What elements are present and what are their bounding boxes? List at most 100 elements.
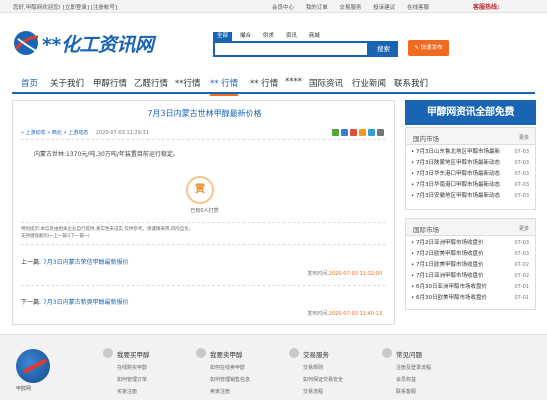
footer-col-title: 常见问题 — [382, 348, 462, 359]
nav-market-3[interactable]: ** 行情 — [250, 77, 278, 89]
logo-text: **化工资讯网 — [42, 34, 154, 56]
share-icons — [330, 129, 384, 138]
breadcrumb-item-1[interactable]: 上游动态 — [26, 130, 46, 136]
quick-publish-button[interactable]: ✎ 快速发布 — [408, 40, 449, 56]
next-label: 下一篇: — [21, 299, 42, 306]
list-item-text: • 7月2日欧美甲醇市场收盘价 — [411, 251, 484, 257]
footer-link[interactable]: 会员权益 — [382, 376, 462, 383]
wechat-share-icon[interactable] — [332, 129, 339, 136]
footer-link[interactable]: 买家注册 — [103, 388, 183, 395]
my-orders-link[interactable]: 我的订单 — [306, 5, 328, 11]
login-link[interactable]: [立即登录] — [63, 5, 89, 11]
welcome-message: 您好,甲醇网欢迎您! — [13, 5, 61, 11]
search-button[interactable]: 搜索 — [369, 41, 398, 57]
notice-line-2: 支持键盘翻页(←上一篇)(下一篇→) — [21, 234, 90, 239]
qzone-share-icon[interactable] — [341, 129, 348, 136]
trade-service-link[interactable]: 交易服务 — [340, 5, 362, 11]
footer-link[interactable]: 如何保证交易安全 — [289, 376, 369, 383]
list-item-text: • 7月3日华东港口甲醇市场最新动态 — [411, 171, 500, 177]
list-item-text: • 7月1日欧美甲醇市场收盘价 — [411, 262, 484, 268]
footer-link[interactable]: 注册及登录流程 — [382, 364, 462, 371]
renren-share-icon[interactable] — [368, 129, 375, 136]
next-time-value: 2020-07-03 11:40:13 — [328, 311, 382, 317]
nav-industry-news[interactable]: 行业新闻 — [352, 77, 386, 89]
nav-market-1[interactable]: **行情 — [175, 77, 201, 89]
search-tab-match[interactable]: 撮合 — [236, 32, 255, 41]
list-item-date: 07-03 — [514, 149, 529, 155]
list-item[interactable]: • 6月30日亚洲甲醇市场收盘价 07-01 — [411, 282, 529, 293]
list-item[interactable]: • 7月3日山东鲁北地区甲醇市场最新 07-03 — [411, 147, 529, 158]
search-tab-news[interactable]: 资讯 — [282, 32, 301, 41]
footer-link[interactable]: 卖家注册 — [196, 388, 276, 395]
footer-col-title: 交易服务 — [289, 348, 369, 359]
breadcrumb-item-3[interactable]: 上游动态 — [68, 130, 88, 136]
prev-time: 发布时间:2020-07-03 11:32:00 — [307, 270, 382, 277]
article-title: 7月3日内蒙古世林甲醇最新价格 — [147, 109, 262, 118]
weibo-share-icon[interactable] — [350, 129, 357, 136]
footer-link[interactable]: 联系客服 — [382, 388, 462, 395]
next-time: 发布时间:2020-07-03 11:40:13 — [307, 310, 382, 317]
search-input[interactable] — [213, 41, 369, 57]
list-item[interactable]: • 7月3日华南港口甲醇市场最新动态 07-03 — [411, 180, 529, 191]
footer-link[interactable]: 交易规则 — [289, 364, 369, 371]
online-service-link[interactable]: 在线客服 — [407, 5, 429, 11]
top-bar: 您好,甲醇网欢迎您! [立即登录] [注册帐号] 会员中心 我的订单 交易服务 … — [0, 0, 547, 13]
site-logo[interactable]: **化工资讯网 — [12, 27, 212, 59]
domestic-more-link[interactable]: 更多 — [519, 134, 529, 141]
nav-about[interactable]: 关于我们 — [50, 77, 84, 89]
list-item-date: 07-03 — [514, 171, 529, 177]
search-tab-supply[interactable]: 供求 — [259, 32, 278, 41]
more-share-icon[interactable] — [377, 129, 384, 136]
article-date: 2020-07-03 11:29:31 — [95, 130, 149, 136]
international-more-link[interactable]: 更多 — [519, 225, 529, 232]
list-item[interactable]: • 7月2日欧美甲醇市场收盘价 07-03 — [411, 249, 529, 260]
list-item-text: • 7月3日华南港口甲醇市场最新动态 — [411, 182, 500, 188]
footer-link[interactable]: 在线购买甲醇 — [103, 364, 183, 371]
list-item[interactable]: • 7月1日欧美甲醇市场收盘价 07-02 — [411, 260, 529, 271]
breadcrumb-item-2[interactable]: 西北 — [52, 130, 62, 136]
nav-acetaldehyde[interactable]: 乙醛行情 — [134, 77, 168, 89]
nav-methanol[interactable]: 甲醇行情 — [93, 77, 127, 89]
domestic-title: 国内市场 — [413, 135, 439, 143]
footer-col-title-text: 我要卖甲醇 — [210, 351, 243, 359]
complaints-link[interactable]: 投诉建议 — [373, 5, 395, 11]
prev-article-link[interactable]: 7月3日内蒙古荣信甲醇最新报价 — [43, 259, 129, 266]
list-item[interactable]: • 7月3日陕蒙地区甲醇市场最新动态 07-03 — [411, 158, 529, 169]
footer-col-title: 我要卖甲醇 — [196, 348, 276, 359]
prev-article: 上一篇: 7月3日内蒙古荣信甲醇最新报价 发布时间:2020-07-03 11:… — [21, 257, 386, 277]
search-tab-mall[interactable]: 商城 — [305, 32, 324, 41]
international-market-box: 国际市场 更多 • 7月2日亚洲甲醇市场收盘价 07-03 • 7月2日欧美甲醇市… — [405, 218, 536, 310]
nav-home[interactable]: 首页 — [21, 77, 38, 89]
reward-button[interactable]: 赏 — [186, 176, 214, 204]
footer-link[interactable]: 交易流程 — [289, 388, 369, 395]
list-item[interactable]: • 7月3日安徽地区甲醇市场最新动态 07-03 — [411, 191, 529, 202]
list-item-text: • 7月3日陕蒙地区甲醇市场最新动态 — [411, 160, 500, 166]
footer-col-title: 我要买甲醇 — [103, 348, 183, 359]
tencent-share-icon[interactable] — [359, 129, 366, 136]
list-item[interactable]: • 7月2日亚洲甲醇市场收盘价 07-03 — [411, 238, 529, 249]
logo-icon — [14, 31, 39, 55]
footer-link[interactable]: 如何管理订单 — [103, 376, 183, 383]
search-tab-all[interactable]: 全部 — [213, 32, 233, 41]
footer-logo-name: 甲醇网 — [16, 386, 32, 392]
international-title: 国际市场 — [413, 226, 439, 234]
list-item[interactable]: • 6月30日欧美甲醇市场收盘价 07-01 — [411, 293, 529, 304]
nav-contact[interactable]: 联系我们 — [394, 77, 428, 89]
nav-international[interactable]: 国际资讯 — [309, 77, 343, 89]
nav-market-2[interactable]: ** 行情 — [210, 77, 239, 96]
list-item[interactable]: • 7月1日亚洲甲醇市场收盘价 07-02 — [411, 271, 529, 282]
search-tabs: 全部 撮合 供求 资讯 商城 — [213, 32, 326, 41]
nav-market-4[interactable]: **** — [285, 77, 302, 87]
free-news-banner[interactable]: 甲醇网资讯全部免费 — [405, 100, 536, 125]
footer-column-buy: 我要买甲醇 在线购买甲醇 如何管理订单 买家注册 — [103, 348, 183, 395]
next-article-link[interactable]: 7月3日内蒙古新奥甲醇最新报价 — [43, 299, 129, 306]
register-link[interactable]: [注册帐号] — [91, 5, 117, 11]
member-center-link[interactable]: 会员中心 — [272, 5, 294, 11]
footer-link[interactable]: 如何在线卖甲醇 — [196, 364, 276, 371]
footer: 甲醇网 我要买甲醇 在线购买甲醇 如何管理订单 买家注册 我要卖甲醇 如何在线卖… — [0, 334, 547, 400]
cart-icon — [103, 348, 113, 358]
footer-col-title-text: 常见问题 — [396, 351, 422, 359]
footer-link[interactable]: 如何管理销售信息 — [196, 376, 276, 383]
list-item[interactable]: • 7月3日华东港口甲醇市场最新动态 07-03 — [411, 169, 529, 180]
list-item-text: • 7月2日亚洲甲醇市场收盘价 — [411, 240, 484, 246]
